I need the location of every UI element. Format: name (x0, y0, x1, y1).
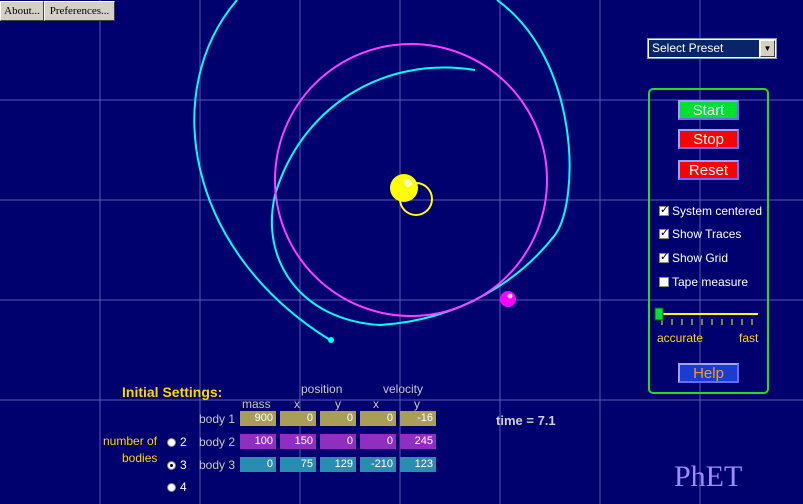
speed-accurate-label: accurate (657, 331, 704, 345)
body1-vel-y-field[interactable]: -16 (400, 411, 436, 426)
radio-button-4[interactable] (167, 482, 176, 492)
body3-pos-x-field[interactable]: 75 (280, 457, 316, 472)
checkbox-tape-measure[interactable] (659, 277, 669, 287)
time-readout: time = 7.1 (496, 413, 556, 428)
position-header: position (301, 382, 343, 396)
mass-header: mass (242, 397, 271, 411)
body3-vel-x-field[interactable]: -210 (360, 457, 396, 472)
checkbox-show-grid[interactable] (659, 250, 669, 263)
body1-mass-field[interactable]: 900 (240, 411, 276, 426)
body3-moon[interactable] (328, 337, 334, 343)
start-button[interactable]: Start (678, 100, 739, 120)
body2-vel-y-field[interactable]: 245 (400, 434, 436, 449)
show-traces-checkbox[interactable]: Show Traces (659, 226, 742, 241)
body1-pos-x-field[interactable]: 0 (280, 411, 316, 426)
bodies-radio-3[interactable]: 3 (167, 458, 187, 472)
phet-logo: PhET (674, 460, 743, 493)
body2-planet[interactable] (500, 291, 516, 307)
body2-pos-x-field[interactable]: 150 (280, 434, 316, 449)
checkbox-system-centered[interactable] (659, 203, 669, 216)
slider-thumb[interactable] (654, 307, 664, 321)
velocity-y-header: y (414, 397, 420, 411)
body1-label: body 1 (199, 412, 236, 426)
position-y-header: y (335, 397, 341, 411)
preset-dropdown[interactable]: Select Preset ▼ (647, 38, 777, 59)
help-button[interactable]: Help (678, 363, 739, 383)
preset-selected-value: Select Preset (649, 40, 759, 57)
initial-settings-title: Initial Settings: (122, 384, 223, 400)
velocity-header: velocity (383, 382, 424, 396)
radio-button-3[interactable] (167, 460, 176, 470)
position-x-header: x (294, 397, 300, 411)
radio-button-2[interactable] (167, 437, 176, 447)
show-grid-checkbox[interactable]: Show Grid (659, 250, 729, 265)
radio-label-2: 2 (180, 435, 187, 449)
stop-button[interactable]: Stop (678, 129, 739, 149)
body2-label: body 2 (199, 435, 236, 449)
body3-label: body 3 (199, 458, 236, 472)
number-of-bodies-label-line2: bodies (122, 451, 158, 465)
time-value: 7.1 (537, 413, 556, 428)
body1-pos-y-field[interactable]: 0 (320, 411, 356, 426)
body2-mass-field[interactable]: 100 (240, 434, 276, 449)
bodies-radio-4[interactable]: 4 (167, 480, 187, 494)
system-centered-checkbox[interactable]: System centered (659, 203, 763, 218)
time-label: time = (496, 413, 534, 428)
show-grid-label: Show Grid (672, 251, 729, 265)
velocity-x-header: x (373, 397, 379, 411)
radio-label-3: 3 (180, 458, 187, 472)
body1-star[interactable] (390, 174, 418, 202)
body3-mass-field[interactable]: 0 (240, 457, 276, 472)
body1-highlight (404, 179, 412, 187)
system-centered-label: System centered (672, 204, 763, 218)
radio-label-4: 4 (180, 480, 187, 494)
about-button[interactable]: About... (0, 1, 44, 21)
body3-vel-y-field[interactable]: 123 (400, 457, 436, 472)
number-of-bodies-label-line1: number of (103, 434, 158, 448)
reset-button[interactable]: Reset (678, 160, 739, 180)
bodies-radio-2[interactable]: 2 (167, 435, 187, 449)
body2-pos-y-field[interactable]: 0 (320, 434, 356, 449)
body1-vel-x-field[interactable]: 0 (360, 411, 396, 426)
body3-trace (193, 0, 571, 341)
checkbox-show-traces[interactable] (659, 226, 669, 239)
tape-measure-checkbox[interactable]: Tape measure (659, 275, 748, 289)
body2-vel-x-field[interactable]: 0 (360, 434, 396, 449)
body2-highlight (507, 293, 513, 299)
tape-measure-label: Tape measure (672, 275, 749, 289)
body3-pos-y-field[interactable]: 129 (320, 457, 356, 472)
chevron-down-icon[interactable]: ▼ (760, 40, 775, 57)
preferences-button[interactable]: Preferences... (44, 1, 115, 21)
speed-fast-label: fast (739, 331, 759, 345)
speed-slider[interactable] (652, 306, 764, 328)
show-traces-label: Show Traces (672, 227, 742, 241)
